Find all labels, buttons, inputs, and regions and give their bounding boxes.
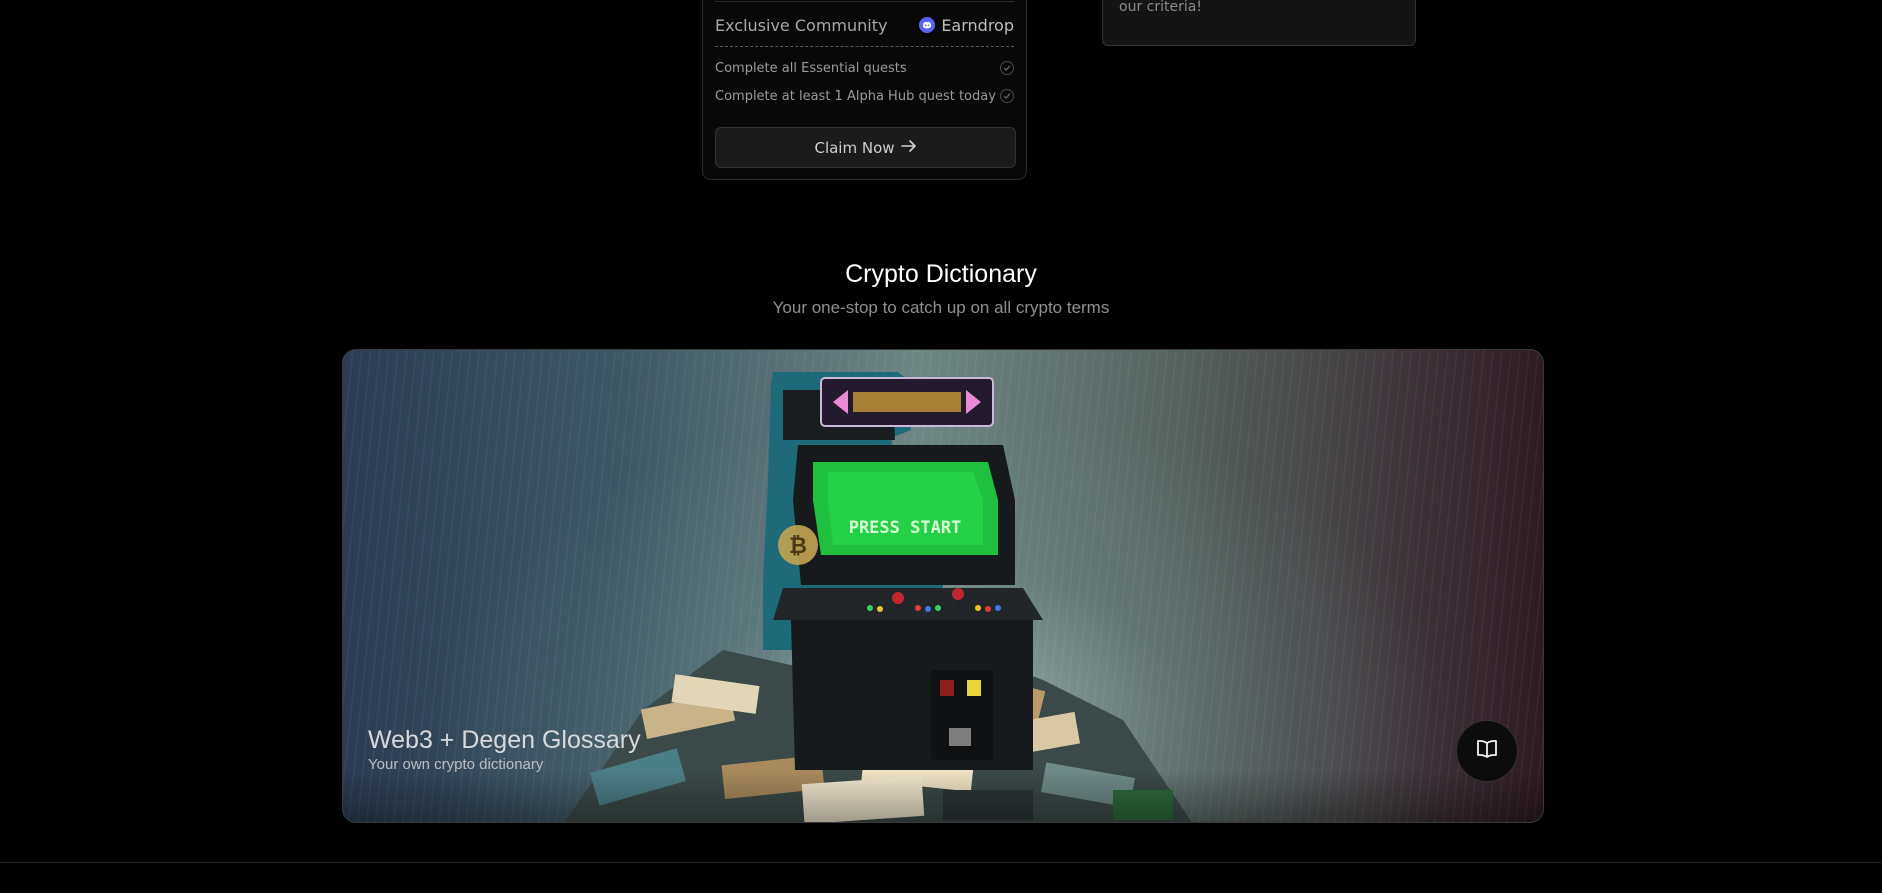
quest-card: Exclusive Community Earndrop Complete al… — [702, 0, 1027, 180]
footer-divider — [0, 862, 1882, 863]
claim-now-button[interactable]: Claim Now — [715, 127, 1016, 168]
dashed-divider — [715, 46, 1014, 47]
discord-icon — [919, 17, 936, 33]
check-circle-icon — [1000, 89, 1014, 103]
divider — [715, 1, 1014, 2]
svg-text:₿: ₿ — [789, 534, 807, 559]
earndrop-badge: Earndrop — [919, 16, 1014, 35]
glossary-card[interactable]: PRESS START ₿ Web3 + Degen Glossary Your… — [342, 349, 1544, 823]
book-icon — [1476, 739, 1498, 764]
section-subtitle: Your one-stop to catch up on all crypto … — [772, 298, 1110, 317]
earndrop-label: Earndrop — [941, 15, 1014, 35]
arrow-right-icon — [900, 139, 917, 157]
glossary-title: Web3 + Degen Glossary — [368, 726, 641, 754]
requirement-item: Complete all Essential quests — [715, 58, 1014, 78]
check-circle-icon — [1000, 61, 1014, 75]
claim-now-label: Claim Now — [814, 138, 895, 157]
requirement-label: Complete at least 1 Alpha Hub quest toda… — [715, 88, 996, 104]
community-label: Exclusive Community — [715, 15, 888, 35]
community-row: Exclusive Community Earndrop — [715, 14, 1014, 36]
glossary-subtitle: Your own crypto dictionary — [368, 756, 544, 773]
requirement-item: Complete at least 1 Alpha Hub quest toda… — [715, 86, 1014, 106]
section-title: Crypto Dictionary — [845, 260, 1037, 288]
requirement-label: Complete all Essential quests — [715, 60, 907, 76]
open-glossary-button[interactable] — [1456, 720, 1518, 782]
criteria-text: our criteria! — [1119, 0, 1202, 15]
criteria-card: our criteria! — [1102, 0, 1416, 46]
screen-text: PRESS START — [849, 518, 962, 538]
